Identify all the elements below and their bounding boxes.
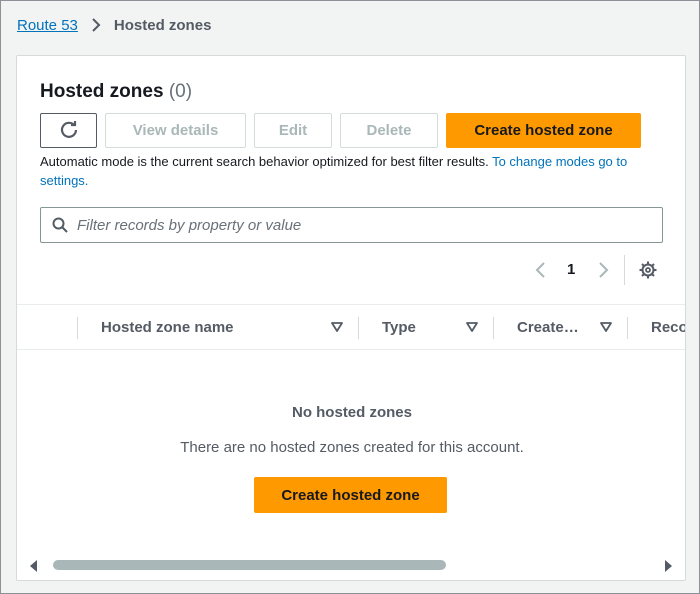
search-input[interactable] <box>77 216 662 234</box>
column-header-record-count[interactable]: Reco <box>651 305 685 349</box>
column-separator <box>77 317 78 339</box>
hint-text: Automatic mode is the current search beh… <box>40 154 489 169</box>
column-header-created[interactable]: Create… <box>517 305 579 349</box>
search-box <box>40 207 663 243</box>
column-header-hosted-zone-name[interactable]: Hosted zone name <box>101 305 234 349</box>
chevron-left-icon[interactable] <box>534 261 548 284</box>
sort-down-icon[interactable] <box>466 305 478 349</box>
gear-icon[interactable] <box>639 261 657 279</box>
refresh-icon <box>59 119 79 143</box>
breadcrumb-current: Hosted zones <box>113 16 212 34</box>
column-separator <box>358 317 359 339</box>
edit-button[interactable]: Edit <box>254 113 332 148</box>
title-text: Hosted zones <box>40 81 164 102</box>
sort-down-icon[interactable] <box>600 305 612 349</box>
refresh-button[interactable] <box>40 113 97 148</box>
page-number[interactable]: 1 <box>567 261 575 278</box>
column-header-type[interactable]: Type <box>382 305 416 349</box>
scroll-left-icon[interactable] <box>29 559 39 577</box>
page-title: Hosted zones (0) <box>40 81 192 103</box>
table-header: Hosted zone name Type Create… Reco <box>17 304 685 350</box>
empty-state-title: No hosted zones <box>291 404 412 421</box>
empty-state-description: There are no hosted zones created for th… <box>180 439 524 456</box>
breadcrumb-route53-link[interactable]: Route 53 <box>17 17 78 34</box>
title-count: (0) <box>168 81 193 102</box>
sort-down-icon[interactable] <box>331 305 343 349</box>
create-hosted-zone-button[interactable]: Create hosted zone <box>446 113 641 148</box>
scroll-thumb[interactable] <box>53 560 446 570</box>
column-separator <box>627 317 628 339</box>
view-details-button[interactable]: View details <box>105 113 246 148</box>
divider <box>624 255 625 285</box>
breadcrumb: Route 53 Hosted zones <box>17 15 211 35</box>
search-mode-hint: Automatic mode is the current search beh… <box>40 152 670 190</box>
delete-button[interactable]: Delete <box>340 113 438 148</box>
hosted-zones-panel: Hosted zones (0) View details Edit Delet… <box>16 55 686 581</box>
scroll-right-icon[interactable] <box>663 559 673 577</box>
chevron-right-icon <box>90 17 102 33</box>
empty-create-hosted-zone-button[interactable]: Create hosted zone <box>254 477 447 513</box>
chevron-right-icon[interactable] <box>596 261 610 284</box>
horizontal-scrollbar[interactable] <box>17 554 685 577</box>
search-icon <box>52 217 68 233</box>
column-separator <box>493 317 494 339</box>
